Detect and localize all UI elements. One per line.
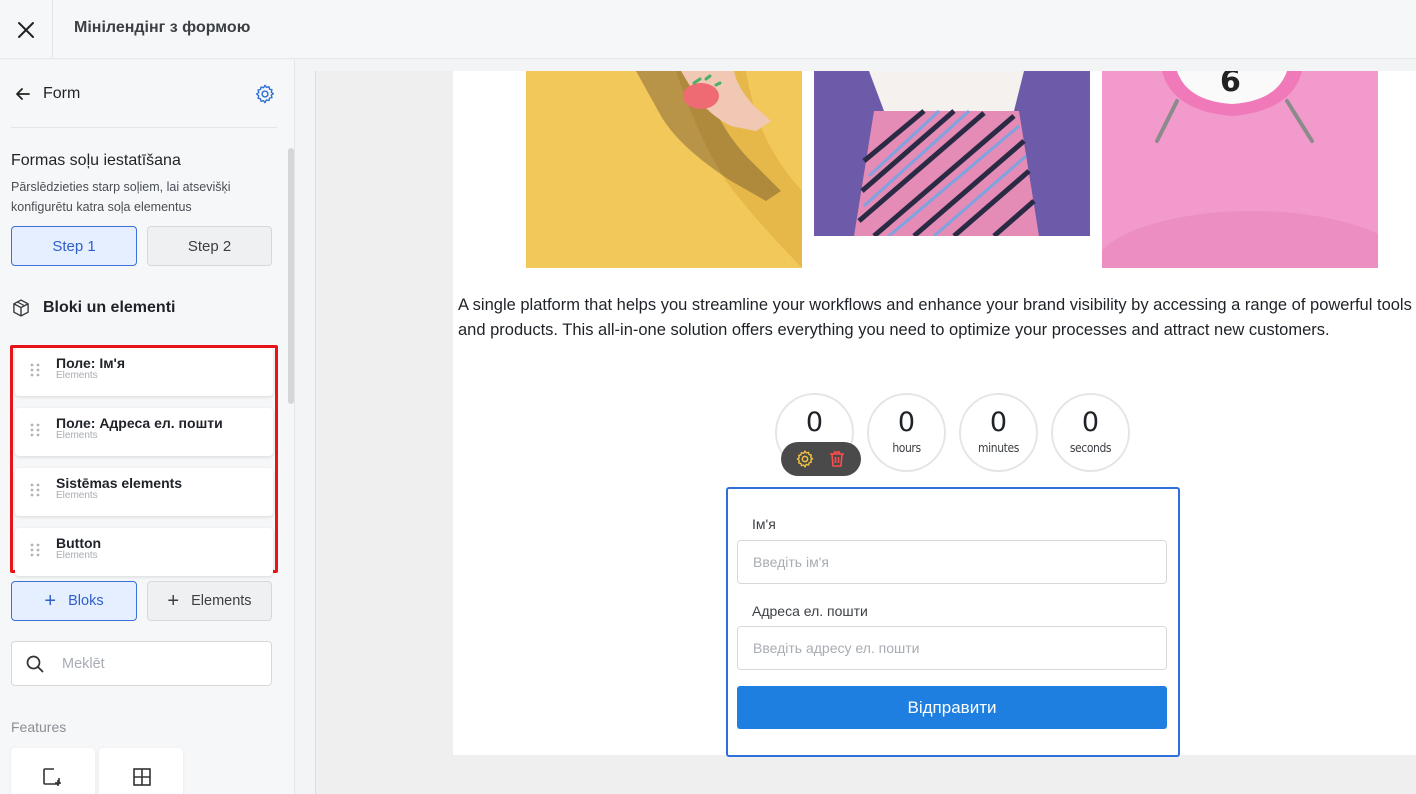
email-input[interactable]: [738, 627, 1166, 669]
drag-handle-icon[interactable]: [30, 362, 40, 378]
countdown-unit: hours: [892, 441, 921, 455]
name-field: [737, 540, 1167, 584]
close-icon: [18, 21, 34, 38]
gear-icon: [796, 450, 814, 468]
countdown-unit: minutes: [978, 441, 1019, 455]
back-button[interactable]: [13, 84, 33, 104]
sidebar-header: Form: [0, 60, 294, 128]
countdown-value: 0: [897, 407, 916, 438]
svg-text:6: 6: [1220, 71, 1241, 99]
elements-list: Поле: Ім'я Elements Поле: Адреса ел. пош…: [10, 345, 278, 576]
element-type: Elements: [56, 550, 98, 561]
list-item[interactable]: Button Elements: [15, 528, 273, 576]
form-block[interactable]: Ім'я Адреса ел. пошти Відправити: [726, 487, 1180, 757]
close-button[interactable]: [0, 0, 53, 59]
drag-handle-icon[interactable]: [30, 422, 40, 438]
submit-button[interactable]: Відправити: [737, 686, 1167, 729]
list-item[interactable]: Sistēmas elements Elements: [15, 468, 273, 516]
element-toolbar: [781, 442, 861, 476]
countdown-seconds: 0 seconds: [1051, 393, 1130, 472]
description-text: A single platform that helps you streaml…: [458, 296, 1412, 339]
element-name: Поле: Адреса ел. пошти: [56, 415, 223, 431]
element-settings-button[interactable]: [794, 448, 816, 470]
element-name: Button: [56, 535, 102, 551]
email-field-label: Адреса ел. пошти: [752, 603, 868, 619]
plus-icon: +: [167, 590, 180, 612]
gear-icon: [255, 84, 275, 104]
grid-icon: [133, 768, 151, 786]
delete-element-button[interactable]: [826, 448, 848, 470]
element-type: Elements: [56, 430, 98, 441]
blocks-header: Bloki un elementi: [11, 296, 175, 320]
add-bloks-label: Bloks: [68, 593, 104, 609]
add-elements-label: Elements: [191, 593, 252, 609]
image-hand-with-candy: [526, 71, 802, 268]
trash-icon: [830, 451, 844, 467]
feature-tile-add-block[interactable]: [11, 748, 95, 794]
steps-section-title: Formas soļu iestatīšana: [11, 152, 181, 169]
add-square-icon: [43, 768, 61, 786]
sidebar-scrollbar[interactable]: [288, 148, 294, 404]
image-striped-outfit: [814, 71, 1090, 236]
countdown-value: 0: [805, 407, 824, 438]
plus-icon: +: [44, 590, 57, 612]
page-title: Мінілендінг з формою: [74, 19, 251, 36]
countdown-minutes: 0 minutes: [959, 393, 1038, 472]
element-type: Elements: [56, 490, 98, 501]
top-bar: Мінілендінг з формою: [0, 0, 1416, 59]
name-field-label: Ім'я: [752, 516, 776, 532]
sidebar: Form Formas soļu iestatīšana Pārslēdziet…: [0, 60, 295, 794]
arrow-left-icon: [16, 88, 30, 100]
form-settings-button[interactable]: [254, 83, 276, 105]
countdown-unit: seconds: [1069, 441, 1112, 455]
element-type: Elements: [56, 370, 98, 381]
element-name: Поле: Ім'я: [56, 355, 126, 371]
image-alarm-clock: 6: [1102, 71, 1378, 268]
list-item[interactable]: Поле: Адреса ел. пошти Elements: [15, 408, 273, 456]
countdown-value: 0: [989, 407, 1008, 438]
step-1-button[interactable]: Step 1: [11, 226, 137, 266]
drag-handle-icon[interactable]: [30, 542, 40, 558]
blocks-title: Bloki un elementi: [43, 299, 176, 316]
search-box: [11, 641, 272, 686]
element-name: Sistēmas elements: [56, 475, 183, 491]
features-label: Features: [11, 719, 67, 735]
list-item[interactable]: Поле: Ім'я Elements: [15, 348, 273, 396]
drag-handle-icon[interactable]: [30, 482, 40, 498]
countdown-value: 0: [1081, 407, 1100, 438]
sidebar-title: Form: [43, 85, 81, 102]
step-2-button[interactable]: Step 2: [147, 226, 272, 266]
add-bloks-button[interactable]: + Bloks: [11, 581, 137, 621]
divider: [11, 127, 277, 128]
steps-section-description: Pārslēdzieties starp soļiem, lai atseviš…: [11, 180, 231, 214]
add-elements-button[interactable]: + Elements: [147, 581, 272, 621]
cube-icon: [13, 299, 29, 317]
feature-tile-grid[interactable]: [99, 748, 183, 794]
countdown-hours: 0 hours: [867, 393, 946, 472]
search-input[interactable]: [62, 654, 262, 674]
name-input[interactable]: [738, 541, 1166, 583]
search-icon: [26, 655, 44, 673]
email-field: [737, 626, 1167, 670]
